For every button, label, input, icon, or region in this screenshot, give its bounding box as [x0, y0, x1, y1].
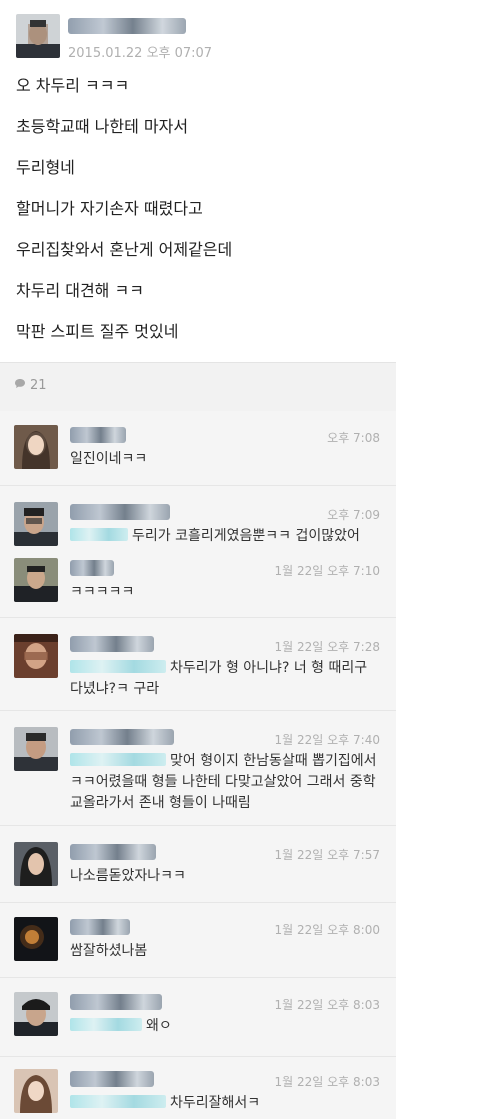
commenter-name-redacted[interactable] — [70, 1071, 154, 1087]
post-line: 초등학교때 나한테 마자서 — [16, 117, 189, 136]
mention-tag-redacted[interactable] — [70, 753, 166, 766]
commenter-avatar[interactable] — [14, 502, 58, 546]
commenter-avatar[interactable] — [14, 558, 58, 602]
comment-thread: 1월 22일 오후 8:03 차두리잘해서ㅋ — [0, 1057, 396, 1119]
commenter-avatar[interactable] — [14, 992, 58, 1036]
comment-text: 나소름돋았자나ㅋㅋ — [70, 868, 186, 884]
commenter-name-redacted[interactable] — [70, 729, 174, 745]
comment-text-body: 두리가 코흘리게였음뿐ㅋㅋ 겁이많았어 — [132, 528, 360, 544]
comment-text: 왜ㅇ — [70, 1016, 382, 1037]
comment-time: 1월 22일 오후 7:40 — [274, 733, 380, 747]
comment-time: 1월 22일 오후 8:03 — [274, 1075, 380, 1089]
commenter-name-redacted[interactable] — [70, 844, 156, 860]
comment-thread: 1월 22일 오후 7:40 맞어 형이지 한남동살때 뽑기집에서 ㅋㅋ어렸을때… — [0, 711, 396, 826]
mention-tag-redacted[interactable] — [70, 1018, 142, 1031]
comment-time: 오후 7:08 — [327, 431, 380, 445]
comment-thread: 1월 22일 오후 8:03 왜ㅇ — [0, 978, 396, 1057]
post-line: 두리형네 — [16, 158, 75, 177]
comment-time: 1월 22일 오후 8:00 — [274, 923, 380, 937]
comment-thread: 1월 22일 오후 7:57 나소름돋았자나ㅋㅋ — [0, 826, 396, 903]
comment-time: 1월 22일 오후 7:57 — [274, 848, 380, 862]
post-timestamp: 2015.01.22 오후 07:07 — [68, 46, 213, 61]
commenter-name-redacted[interactable] — [70, 636, 154, 652]
comment-text: 쌈잘하셨나봄 — [70, 943, 148, 959]
commenter-avatar[interactable] — [14, 425, 58, 469]
post-line: 오 차두리 ㅋㅋㅋ — [16, 76, 130, 95]
post-line: 차두리 대견해 ㅋㅋ — [16, 281, 144, 300]
commenter-avatar[interactable] — [14, 634, 58, 678]
mention-tag-redacted[interactable] — [70, 1095, 166, 1108]
post-line: 우리집찾와서 혼난게 어제같은데 — [16, 240, 233, 259]
commenter-avatar[interactable] — [14, 727, 58, 771]
mention-tag-redacted[interactable] — [70, 660, 166, 673]
comment-thread: 오후 7:09 두리가 코흘리게였음뿐ㅋㅋ 겁이많았어 1월 22일 오후 7:… — [0, 486, 396, 618]
commenter-name-redacted[interactable] — [70, 994, 162, 1010]
post-body: 오 차두리 ㅋㅋㅋ 초등학교때 나한테 마자서 두리형네 할머니가 자기손자 때… — [16, 76, 386, 363]
comment-time: 1월 22일 오후 8:03 — [274, 998, 380, 1012]
comment-count-value: 21 — [30, 378, 47, 393]
post-header: 2015.01.22 오후 07:07 — [16, 14, 396, 62]
comment-text-body: 차두리잘해서ㅋ — [170, 1095, 261, 1111]
comment-time: 1월 22일 오후 7:28 — [274, 640, 380, 654]
commenter-avatar[interactable] — [14, 842, 58, 886]
comment-text: 맞어 형이지 한남동살때 뽑기집에서 ㅋㅋ어렸을때 형들 나한테 다맞고살았어 … — [70, 751, 382, 814]
comment-text-body: 왜ㅇ — [146, 1018, 172, 1034]
comment-text: ㅋㅋㅋㅋㅋ — [70, 584, 135, 600]
mention-tag-redacted[interactable] — [70, 528, 128, 541]
comment-thread: 오후 7:08 일진이네ㅋㅋ — [0, 411, 396, 486]
commenter-name-redacted[interactable] — [70, 427, 126, 443]
commenter-name-redacted[interactable] — [70, 504, 170, 520]
comment-text: 차두리잘해서ㅋ — [70, 1093, 382, 1114]
comment-text: 차두리가 형 아니냐? 너 형 때리구 다녔냐?ㅋ 구라 — [70, 658, 382, 700]
commenter-avatar[interactable] — [14, 1069, 58, 1113]
comment-text: 두리가 코흘리게였음뿐ㅋㅋ 겁이많았어 — [70, 526, 382, 547]
comments-bar[interactable]: 21 — [0, 362, 396, 412]
commenter-name-redacted[interactable] — [70, 919, 130, 935]
author-avatar[interactable] — [16, 14, 60, 58]
comment-bubble-icon — [14, 378, 26, 393]
comment-time: 오후 7:09 — [327, 508, 380, 522]
comment-thread: 1월 22일 오후 8:00 쌈잘하셨나봄 — [0, 903, 396, 978]
comment-text: 일진이네ㅋㅋ — [70, 451, 148, 467]
post-line: 막판 스피트 질주 멋있네 — [16, 322, 179, 341]
comment-count[interactable]: 21 — [14, 378, 47, 393]
commenter-name-redacted[interactable] — [70, 560, 114, 576]
post-line: 할머니가 자기손자 때렸다고 — [16, 199, 203, 218]
comment-thread: 1월 22일 오후 7:28 차두리가 형 아니냐? 너 형 때리구 다녔냐?ㅋ… — [0, 618, 396, 711]
comment-time: 1월 22일 오후 7:10 — [274, 564, 380, 578]
commenter-avatar[interactable] — [14, 917, 58, 961]
author-name-redacted[interactable] — [68, 18, 186, 34]
